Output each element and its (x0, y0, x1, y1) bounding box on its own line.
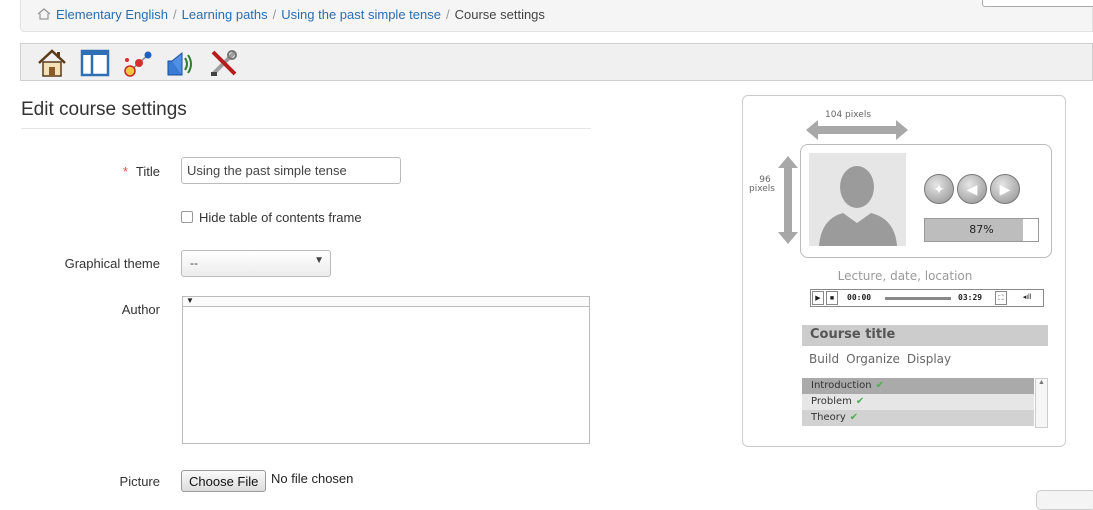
author-label: Author (121, 302, 160, 317)
chevron-down-icon: ▼ (314, 255, 324, 266)
title-label: Title (135, 164, 160, 179)
breadcrumb-separator: / (272, 7, 277, 22)
toc-item-label: Introduction (811, 380, 872, 391)
breadcrumb-link-learning-path[interactable]: Using the past simple tense (281, 7, 441, 22)
hide-toc-label[interactable]: Hide table of contents frame (199, 210, 362, 225)
fullscreen-icon[interactable]: ⛶ (995, 291, 1007, 305)
media-player: ▶ ■ 00:00 03:29 ⛶ ◂ıll (810, 289, 1044, 307)
divider (21, 128, 591, 129)
tools-icon[interactable] (208, 47, 240, 79)
toc-item[interactable]: Theory ✔ (802, 410, 1034, 426)
breadcrumb: Elementary English / Learning paths / Using … (37, 7, 545, 22)
author-editor[interactable]: ▼ (182, 296, 590, 444)
menu-build[interactable]: Build (809, 352, 839, 366)
toc-item-label: Theory (811, 412, 846, 423)
seek-bar[interactable] (885, 297, 951, 300)
breadcrumb-link-course[interactable]: Elementary English (56, 7, 168, 22)
choose-file-button[interactable]: Choose File (181, 470, 267, 492)
chevron-up-icon[interactable]: ▲ (1036, 379, 1047, 386)
theme-select[interactable]: -- ▼ (181, 250, 331, 277)
previous-icon[interactable]: ◀ (957, 174, 987, 204)
breadcrumb-separator: / (173, 7, 177, 22)
toolbar (20, 43, 1093, 81)
breadcrumb-separator: / (445, 7, 450, 22)
corner-widget[interactable] (1036, 490, 1093, 510)
theme-select-value: -- (190, 256, 198, 270)
title-input[interactable] (181, 157, 401, 184)
molecule-icon[interactable] (122, 47, 154, 79)
height-unit: pixels (749, 184, 775, 194)
title-label-row: * Title (0, 164, 160, 179)
play-icon[interactable]: ▶ (812, 291, 824, 305)
home-icon[interactable] (37, 8, 51, 20)
theme-preview-panel: 104 pixels 96 pixels ✦ ◀ ▶ 87% Lecture, … (742, 95, 1066, 447)
height-arrow-icon (778, 156, 798, 244)
avatar-icon (809, 153, 906, 246)
toc-list: Introduction ✔ Problem ✔ Theory ✔ ▲ (802, 378, 1048, 428)
volume-icon[interactable]: ◂ıll (1013, 291, 1041, 305)
no-file-text: No file chosen (271, 471, 354, 486)
time-start: 00:00 (847, 293, 872, 302)
toc-scrollbar[interactable]: ▲ (1035, 378, 1048, 428)
width-arrow-icon (806, 120, 908, 140)
toc-item[interactable]: Introduction ✔ (802, 378, 1034, 394)
progress-bar: 87% (924, 218, 1039, 242)
menu-organize[interactable]: Organize (846, 352, 900, 366)
author-text-area[interactable] (183, 307, 589, 437)
check-icon: ✔ (849, 412, 859, 423)
next-icon[interactable]: ▶ (990, 174, 1020, 204)
toc-item-label: Problem (811, 396, 852, 407)
breadcrumb-current: Course settings (454, 7, 545, 22)
chevron-down-icon[interactable]: ▼ (186, 296, 194, 305)
check-icon: ✔ (875, 380, 884, 391)
stop-icon[interactable]: ■ (826, 291, 838, 305)
required-marker: * (122, 164, 128, 179)
lecture-info: Lecture, date, location (837, 269, 973, 283)
toc-item[interactable]: Problem ✔ (802, 394, 1034, 410)
page-title: Edit course settings (21, 99, 187, 120)
progress-text: 87% (969, 223, 994, 236)
check-icon: ✔ (855, 396, 865, 407)
theme-label: Graphical theme (64, 256, 160, 271)
editor-toolbar: ▼ (183, 296, 589, 307)
home-icon[interactable] (36, 47, 68, 79)
layout-icon[interactable] (79, 47, 111, 79)
breadcrumb-link-learning-paths[interactable]: Learning paths (182, 7, 268, 22)
picture-label: Picture (119, 474, 160, 489)
time-end: 03:29 (958, 293, 983, 302)
width-label: 104 pixels (825, 110, 872, 120)
audio-icon[interactable] (165, 47, 197, 79)
search-box[interactable] (982, 0, 1093, 7)
course-menu: Build Organize Display (809, 352, 958, 366)
course-title: Course title (802, 325, 1048, 346)
hide-toc-checkbox[interactable] (181, 211, 193, 223)
runner-icon[interactable]: ✦ (924, 174, 954, 204)
menu-display[interactable]: Display (907, 352, 951, 366)
breadcrumb-bar: Elementary English / Learning paths / Using … (20, 0, 1093, 32)
